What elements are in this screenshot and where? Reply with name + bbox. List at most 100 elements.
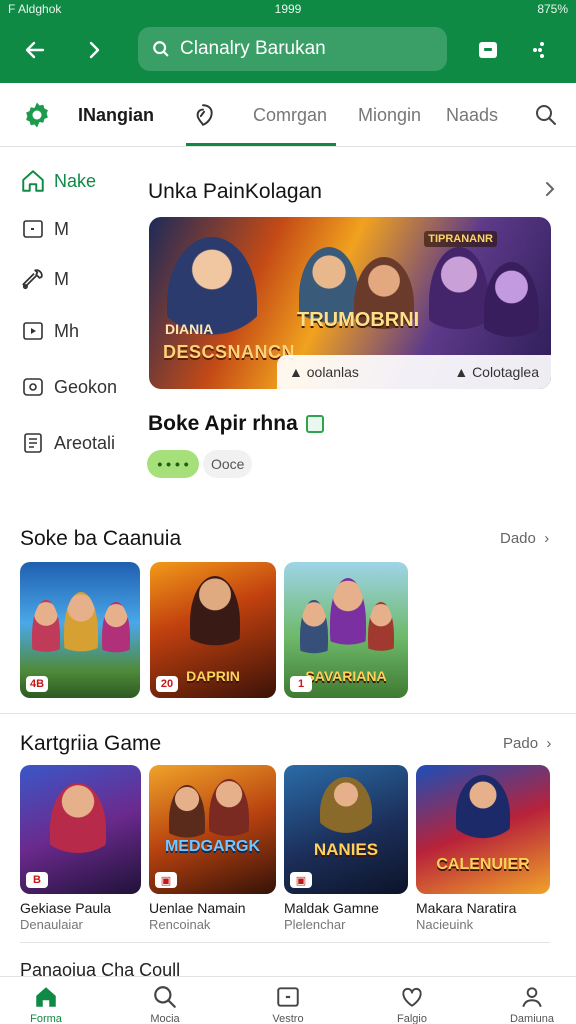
more-button[interactable]	[518, 28, 562, 72]
game-dev-4: Nacieuink	[416, 917, 474, 932]
rail-item-areotali[interactable]: Areotali	[20, 430, 115, 456]
rail-item-label: Geokon	[54, 376, 118, 397]
rail-item-geokon[interactable]: Geokon	[20, 374, 117, 400]
game-card-2[interactable]: MEDGARGK ▣	[149, 765, 276, 894]
thumb-figure	[190, 576, 240, 668]
banner-info-overlay: ▲ oolanlas ▲ Colotaglea	[277, 355, 551, 389]
banner-overlay-right-text: Colotaglea	[472, 364, 539, 380]
nav-tile[interactable]: Vestro	[240, 977, 336, 1024]
library-button[interactable]	[466, 28, 510, 72]
heart-icon	[398, 983, 426, 1011]
rail-item-m2[interactable]: M	[20, 266, 69, 292]
shield-icon	[196, 104, 213, 126]
rail-item-label: M	[54, 268, 69, 289]
hero-figure	[354, 257, 414, 352]
rating-pill: • • • •	[147, 450, 199, 478]
chevron-right-icon	[546, 182, 555, 196]
meta-pill: Ooce	[203, 450, 253, 478]
rank-badge: 20	[156, 676, 178, 692]
tab-icon-button[interactable]	[190, 83, 216, 147]
banner-logo-art: TRUMOBRNI	[297, 309, 420, 331]
featured-more-button[interactable]	[543, 180, 557, 203]
nav-label: Forma	[30, 1013, 62, 1024]
thumb-figure	[330, 578, 366, 668]
gear-icon	[26, 102, 48, 128]
section2-more-button[interactable]: Pado ›	[503, 735, 551, 752]
game-card-4[interactable]: CALENUIER	[416, 765, 550, 894]
search-icon	[153, 41, 169, 57]
rank-badge: 1	[290, 676, 312, 692]
nav-home[interactable]: Forma	[0, 977, 94, 1024]
game-title-2: Uenlae Namain	[149, 900, 246, 916]
nav-search[interactable]: Mocia	[117, 977, 213, 1024]
rank-badge: ▣	[290, 872, 312, 888]
home-icon	[20, 168, 46, 194]
featured-app-name-text: Boke Apir rhna	[148, 412, 298, 435]
arrow-left-icon	[25, 41, 45, 59]
tab-search-button[interactable]	[534, 83, 558, 147]
nav-label: Falgio	[397, 1013, 427, 1024]
tab-naads[interactable]: Naads	[446, 83, 498, 147]
rail-item-mh[interactable]: Mh	[20, 318, 79, 344]
search-icon	[536, 105, 556, 125]
game-dev-3: Plelenchar	[284, 917, 346, 932]
status-carrier: F Aldghok	[8, 2, 62, 16]
game-card-1[interactable]: B	[20, 765, 141, 894]
chevron-right-icon	[89, 41, 100, 59]
home-icon	[32, 983, 60, 1011]
document-icon	[20, 430, 46, 456]
thumb-figure	[32, 600, 60, 670]
section1-more-button[interactable]: Dado ›	[500, 530, 549, 547]
featured-section-title: Unka PainKolagan	[148, 180, 322, 203]
banner-overlay-right: ▲ Colotaglea	[454, 364, 539, 380]
featured-app-name[interactable]: Boke Apir rhna	[148, 412, 324, 436]
more-vert-icon	[533, 42, 544, 58]
game-dev-2: Rencoinak	[149, 917, 211, 932]
section2-title: Kartgriia Game	[20, 732, 162, 755]
nav-profile[interactable]: Damiuna	[484, 977, 576, 1024]
game-title-3: Maldak Gamne	[284, 900, 379, 916]
section-divider	[20, 942, 550, 943]
rail-item-m1[interactable]: M	[20, 216, 69, 242]
thumb-figure	[300, 600, 328, 672]
tab-comrgan[interactable]: Comrgan	[253, 83, 327, 147]
game-thumb[interactable]: DAPRIN 20	[150, 562, 276, 698]
search-input[interactable]: Clanalry Barukan	[138, 27, 447, 71]
nav-favorites[interactable]: Falgio	[364, 977, 460, 1024]
back-button[interactable]	[13, 28, 57, 72]
rank-badge: B	[26, 872, 48, 888]
thumb-figure	[64, 592, 98, 672]
profile-icon	[518, 983, 546, 1011]
game-card-3[interactable]: NANIES ▣	[284, 765, 408, 894]
banner-corner-logo: TIPRANANR	[424, 231, 497, 247]
forward-button[interactable]	[72, 28, 116, 72]
chevron-right-icon: ›	[540, 530, 550, 547]
status-clock: 1999	[274, 2, 302, 16]
eye-icon	[20, 374, 46, 400]
game-thumb[interactable]: 4B	[20, 562, 140, 698]
tile-icon	[20, 216, 46, 242]
nav-label: Mocia	[150, 1013, 180, 1024]
tab-title[interactable]: INangian	[78, 83, 154, 147]
settings-button[interactable]	[22, 83, 52, 147]
library-icon	[479, 42, 497, 58]
play-icon	[20, 318, 46, 344]
rail-item-label: M	[54, 218, 69, 239]
rail-item-label: Mh	[54, 320, 80, 341]
nav-label: Vestro	[272, 1013, 304, 1024]
search-placeholder: Clanalry Barukan	[180, 38, 326, 59]
rail-item-nake[interactable]: Nake	[20, 168, 96, 194]
featured-banner[interactable]: TIPRANANR TRUMOBRNI DIANIA DESCSNANCN ▲ …	[149, 217, 551, 389]
hero-figure	[484, 262, 539, 362]
tab-miongin[interactable]: Miongin	[358, 83, 421, 147]
banner-overlay-left-text: oolanlas	[306, 364, 359, 380]
chevron-right-icon: ›	[542, 735, 552, 752]
game-thumb[interactable]: SAVARIANA 1	[284, 562, 408, 698]
game-dev-1: Denaulaiar	[20, 917, 83, 932]
thumb-title-art: NANIES	[313, 840, 379, 859]
verified-icon	[305, 415, 324, 433]
search-icon	[151, 983, 179, 1011]
game-title-4: Makara Naratira	[416, 900, 517, 916]
banner-overlay-left: ▲ oolanlas	[289, 364, 359, 380]
thumb-figure	[102, 602, 130, 670]
